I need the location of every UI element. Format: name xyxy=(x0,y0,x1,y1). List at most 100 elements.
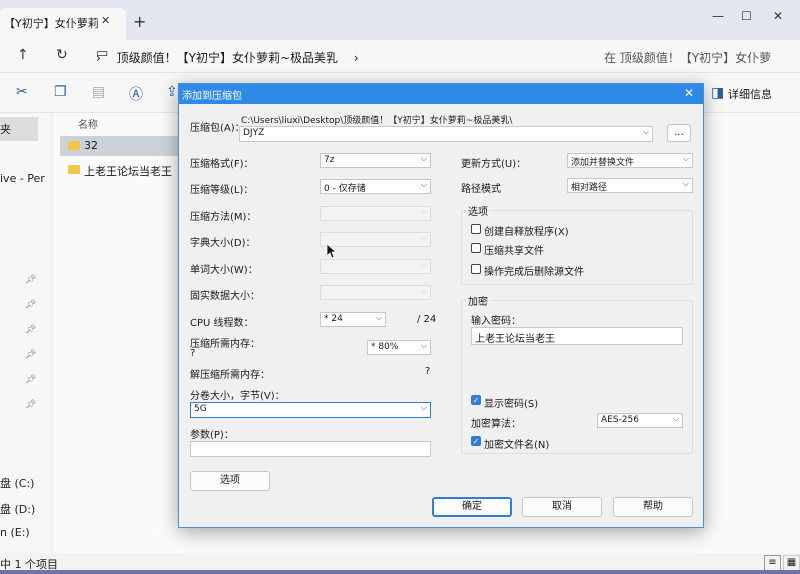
tab-bar: 【Y初宁】女仆萝莉 ✕ + — ☐ ✕ xyxy=(0,0,800,40)
decompress-memory-value: ? xyxy=(425,366,431,377)
path-mode-label: 路径模式 xyxy=(461,184,501,195)
method-label: 压缩方法(M)： xyxy=(190,212,257,223)
encryption-method-label: 加密算法： xyxy=(471,419,521,430)
paste-icon[interactable]: ▤ xyxy=(92,84,105,100)
column-header-name[interactable]: 名称 xyxy=(78,116,98,131)
chevron-down-icon: ⌵ xyxy=(420,233,427,242)
cancel-button[interactable]: 取消 xyxy=(522,497,602,517)
tab-title: 【Y初宁】女仆萝莉 xyxy=(4,17,99,30)
cut-icon[interactable]: ✂ xyxy=(16,84,28,100)
path-mode-select[interactable]: 相对路径 ⌵ xyxy=(567,178,693,193)
share-icon[interactable]: ⇪ xyxy=(166,84,178,100)
encryption-group-title: 加密 xyxy=(466,293,490,308)
breadcrumb-chevron-icon: › xyxy=(96,51,101,65)
password-input[interactable]: 上老王论坛当老王 xyxy=(471,327,683,345)
help-button[interactable]: 帮助 xyxy=(613,497,693,517)
level-value: 0 - 仅存储 xyxy=(324,184,366,194)
decompress-memory-label: 解压缩所需内存： xyxy=(190,370,270,381)
up-arrow-icon[interactable]: ↑ xyxy=(17,47,29,63)
chevron-down-icon: ⌵ xyxy=(420,154,427,163)
word-size-select[interactable]: ⌵ xyxy=(320,259,431,274)
sidebar-item-onedrive[interactable]: ive - Per xyxy=(0,172,45,185)
format-label: 压缩格式(F)： xyxy=(190,159,254,170)
cpu-threads-total: / 24 xyxy=(417,314,437,325)
level-select[interactable]: 0 - 仅存储 ⌵ xyxy=(320,179,431,194)
breadcrumb-folder[interactable]: 顶级颜值！【Y初宁】女仆萝莉~极品美乳 xyxy=(117,51,338,65)
password-value: 上老王论坛当老王 xyxy=(475,334,555,345)
method-select[interactable]: ⌵ xyxy=(320,206,431,221)
search-input[interactable]: 在 顶级颜值！【Y初宁】女仆萝 xyxy=(592,45,800,69)
compress-memory-label: 压缩所需内存： xyxy=(190,339,260,350)
format-select[interactable]: 7z ⌵ xyxy=(320,153,431,168)
sfx-label[interactable]: 创建自释放程序(X) xyxy=(484,223,569,238)
archive-name-combo[interactable]: DJYZ ⌵ xyxy=(239,126,653,142)
delete-after-checkbox[interactable] xyxy=(471,264,481,274)
update-mode-value: 添加并替换文件 xyxy=(571,158,635,168)
tiles-view-icon[interactable]: ▦ xyxy=(783,555,800,571)
update-mode-select[interactable]: 添加并替换文件 ⌵ xyxy=(567,153,693,168)
dialog-title-bar[interactable]: 添加到压缩包 ✕ xyxy=(179,84,703,104)
volume-size-combo[interactable]: 5G ⌵ xyxy=(190,402,431,418)
chevron-down-icon: ⌵ xyxy=(420,207,427,216)
close-window-icon[interactable]: ✕ xyxy=(773,9,783,23)
details-view-icon[interactable]: ≡ xyxy=(764,555,781,571)
cpu-threads-select[interactable]: * 24 ⌵ xyxy=(320,312,386,327)
tab-close-icon[interactable]: ✕ xyxy=(101,14,110,27)
browse-button[interactable]: ... xyxy=(667,124,691,142)
file-name: 上老王论坛当老王 xyxy=(84,165,172,178)
maximize-icon[interactable]: ☐ xyxy=(741,9,752,23)
details-button[interactable]: 详细信息 xyxy=(728,86,772,102)
close-icon[interactable]: ✕ xyxy=(684,86,694,100)
sfx-checkbox[interactable] xyxy=(471,224,481,234)
list-item[interactable]: 32 xyxy=(60,136,180,156)
encrypt-names-label[interactable]: 加密文件名(N) xyxy=(484,436,549,451)
show-password-label[interactable]: 显示密码(S) xyxy=(484,395,538,410)
details-pane-icon[interactable]: ◨ xyxy=(711,85,724,101)
archive-label: 压缩包(A)： xyxy=(190,123,245,134)
format-value: 7z xyxy=(324,155,335,165)
encryption-method-select[interactable]: AES-256 ⌵ xyxy=(597,413,683,428)
desktop-background xyxy=(0,570,800,574)
copy-icon[interactable]: ❐ xyxy=(54,84,67,100)
folder-icon xyxy=(68,165,80,174)
sidebar-item-drive-c[interactable]: 盘 (C:) xyxy=(0,475,34,491)
compress-memory-sub: ? xyxy=(190,348,196,359)
pin-icon: 📌︎ xyxy=(25,350,37,360)
add-to-archive-dialog: 添加到压缩包 ✕ 压缩包(A)： C:\Users\liuxi\Desktop\… xyxy=(178,83,704,528)
volume-size-value: 5G xyxy=(194,404,207,414)
parameters-input[interactable] xyxy=(190,441,431,457)
chevron-down-icon: ⌵ xyxy=(642,127,649,136)
folder-icon xyxy=(68,141,80,150)
navigation-pane: 夹 ive - Per 📌︎ 📌︎ 📌︎ 📌︎ 📌︎ 📌︎ 盘 (C:) 盘 (… xyxy=(0,113,50,553)
sidebar-item-drive-e[interactable]: n (E:) xyxy=(0,526,30,539)
new-tab-icon[interactable]: + xyxy=(133,12,146,31)
sidebar-item-drive-d[interactable]: 盘 (D:) xyxy=(0,501,35,517)
list-item[interactable]: 上老王论坛当老王 xyxy=(60,160,180,180)
volume-size-label: 分卷大小，字节(V)： xyxy=(190,391,285,402)
breadcrumb-chevron-icon: › xyxy=(353,51,359,65)
shared-files-label[interactable]: 压缩共享文件 xyxy=(484,242,544,257)
rename-icon[interactable]: Ⓐ xyxy=(129,84,143,104)
dialog-title: 添加到压缩包 xyxy=(182,91,242,102)
compress-memory-select[interactable]: * 80% ⌵ xyxy=(367,340,431,355)
ok-button[interactable]: 确定 xyxy=(432,497,512,517)
show-password-checkbox[interactable]: ✓ xyxy=(471,395,481,405)
delete-after-label[interactable]: 操作完成后删除源文件 xyxy=(484,263,584,278)
encrypt-names-checkbox[interactable]: ✓ xyxy=(471,436,481,446)
pin-icon: 📌︎ xyxy=(25,375,37,385)
options-button[interactable]: 选项 xyxy=(190,471,270,491)
chevron-down-icon: ⌵ xyxy=(420,286,427,295)
dictionary-label: 字典大小(D)： xyxy=(190,238,256,249)
breadcrumb[interactable]: › 顶级颜值！【Y初宁】女仆萝莉~极品美乳 › xyxy=(88,45,582,69)
minimize-icon[interactable]: — xyxy=(712,9,724,23)
search-placeholder: 在 顶级颜值！【Y初宁】女仆萝 xyxy=(604,51,772,65)
mouse-cursor-icon xyxy=(326,243,337,259)
cpu-threads-value: * 24 xyxy=(324,314,343,324)
solid-block-select[interactable]: ⌵ xyxy=(320,285,431,300)
chevron-down-icon: ⌵ xyxy=(420,180,427,189)
refresh-icon[interactable]: ↻ xyxy=(56,47,68,63)
chevron-down-icon: ⌵ xyxy=(375,313,382,322)
sidebar-item-folder[interactable]: 夹 xyxy=(0,121,11,137)
shared-files-checkbox[interactable] xyxy=(471,243,481,253)
chevron-down-icon: ⌵ xyxy=(420,403,427,412)
